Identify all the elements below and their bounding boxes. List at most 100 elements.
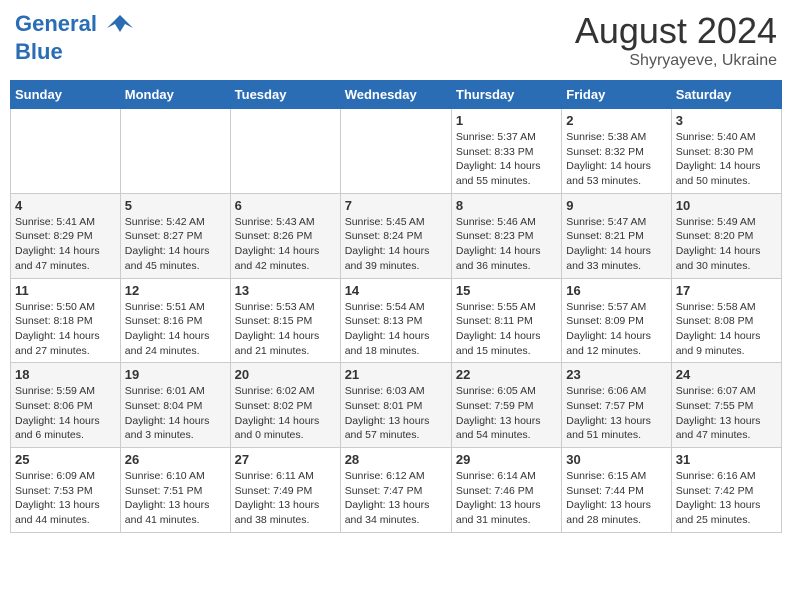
- day-number: 17: [676, 283, 777, 298]
- day-cell: [340, 109, 451, 194]
- page-header: General Blue August 2024 Shyryayeve, Ukr…: [10, 10, 782, 70]
- week-row-2: 4 Sunrise: 5:41 AM Sunset: 8:29 PM Daylig…: [11, 193, 782, 278]
- day-info: Sunrise: 5:45 AM Sunset: 8:24 PM Dayligh…: [345, 215, 447, 274]
- day-number: 26: [125, 452, 226, 467]
- day-number: 28: [345, 452, 447, 467]
- day-info: Sunrise: 5:37 AM Sunset: 8:33 PM Dayligh…: [456, 130, 557, 189]
- header-monday: Monday: [120, 81, 230, 109]
- day-number: 14: [345, 283, 447, 298]
- day-info: Sunrise: 6:14 AM Sunset: 7:46 PM Dayligh…: [456, 469, 557, 528]
- day-cell: 10Sunrise: 5:49 AM Sunset: 8:20 PM Dayli…: [671, 193, 781, 278]
- day-number: 5: [125, 198, 226, 213]
- day-number: 30: [566, 452, 666, 467]
- day-cell: 22Sunrise: 6:05 AM Sunset: 7:59 PM Dayli…: [451, 363, 561, 448]
- day-number: 25: [15, 452, 116, 467]
- header-tuesday: Tuesday: [230, 81, 340, 109]
- day-cell: 3 Sunrise: 5:40 AM Sunset: 8:30 PM Daylig…: [671, 109, 781, 194]
- day-cell: [230, 109, 340, 194]
- calendar-table: SundayMondayTuesdayWednesdayThursdayFrid…: [10, 80, 782, 533]
- header-saturday: Saturday: [671, 81, 781, 109]
- header-thursday: Thursday: [451, 81, 561, 109]
- day-cell: 5 Sunrise: 5:42 AM Sunset: 8:27 PM Daylig…: [120, 193, 230, 278]
- day-info: Sunrise: 5:38 AM Sunset: 8:32 PM Dayligh…: [566, 130, 666, 189]
- day-number: 1: [456, 113, 557, 128]
- day-number: 11: [15, 283, 116, 298]
- day-number: 4: [15, 198, 116, 213]
- day-number: 21: [345, 367, 447, 382]
- day-number: 9: [566, 198, 666, 213]
- day-number: 2: [566, 113, 666, 128]
- logo-text: General: [15, 10, 135, 40]
- day-number: 13: [235, 283, 336, 298]
- day-cell: 15Sunrise: 5:55 AM Sunset: 8:11 PM Dayli…: [451, 278, 561, 363]
- day-cell: 25Sunrise: 6:09 AM Sunset: 7:53 PM Dayli…: [11, 448, 121, 533]
- day-info: Sunrise: 6:05 AM Sunset: 7:59 PM Dayligh…: [456, 384, 557, 443]
- day-number: 18: [15, 367, 116, 382]
- logo-blue: Blue: [15, 40, 135, 64]
- day-cell: 28 Sunrise: 6:12 AM Sunset: 7:47 PM Dayli…: [340, 448, 451, 533]
- day-cell: 29 Sunrise: 6:14 AM Sunset: 7:46 PM Dayli…: [451, 448, 561, 533]
- day-number: 20: [235, 367, 336, 382]
- day-info: Sunrise: 5:59 AM Sunset: 8:06 PM Dayligh…: [15, 384, 116, 443]
- day-cell: 8 Sunrise: 5:46 AM Sunset: 8:23 PM Daylig…: [451, 193, 561, 278]
- day-cell: 26 Sunrise: 6:10 AM Sunset: 7:51 PM Dayli…: [120, 448, 230, 533]
- week-row-1: 1 Sunrise: 5:37 AM Sunset: 8:33 PM Daylig…: [11, 109, 782, 194]
- day-info: Sunrise: 5:40 AM Sunset: 8:30 PM Dayligh…: [676, 130, 777, 189]
- day-info: Sunrise: 5:47 AM Sunset: 8:21 PM Dayligh…: [566, 215, 666, 274]
- day-cell: 12 Sunrise: 5:51 AM Sunset: 8:16 PM Dayli…: [120, 278, 230, 363]
- day-cell: 21 Sunrise: 6:03 AM Sunset: 8:01 PM Dayli…: [340, 363, 451, 448]
- day-info: Sunrise: 5:55 AM Sunset: 8:11 PM Dayligh…: [456, 300, 557, 359]
- day-number: 8: [456, 198, 557, 213]
- day-info: Sunrise: 5:51 AM Sunset: 8:16 PM Dayligh…: [125, 300, 226, 359]
- day-info: Sunrise: 6:16 AM Sunset: 7:42 PM Dayligh…: [676, 469, 777, 528]
- header-friday: Friday: [562, 81, 671, 109]
- day-cell: 17 Sunrise: 5:58 AM Sunset: 8:08 PM Dayli…: [671, 278, 781, 363]
- day-number: 6: [235, 198, 336, 213]
- day-cell: 6Sunrise: 5:43 AM Sunset: 8:26 PM Daylig…: [230, 193, 340, 278]
- day-info: Sunrise: 5:58 AM Sunset: 8:08 PM Dayligh…: [676, 300, 777, 359]
- calendar-title: August 2024: [575, 10, 777, 52]
- week-row-5: 25Sunrise: 6:09 AM Sunset: 7:53 PM Dayli…: [11, 448, 782, 533]
- day-info: Sunrise: 6:07 AM Sunset: 7:55 PM Dayligh…: [676, 384, 777, 443]
- day-cell: 20 Sunrise: 6:02 AM Sunset: 8:02 PM Dayli…: [230, 363, 340, 448]
- day-cell: 7 Sunrise: 5:45 AM Sunset: 8:24 PM Daylig…: [340, 193, 451, 278]
- day-info: Sunrise: 6:10 AM Sunset: 7:51 PM Dayligh…: [125, 469, 226, 528]
- title-block: August 2024 Shyryayeve, Ukraine: [575, 10, 777, 70]
- day-info: Sunrise: 5:41 AM Sunset: 8:29 PM Dayligh…: [15, 215, 116, 274]
- day-info: Sunrise: 5:57 AM Sunset: 8:09 PM Dayligh…: [566, 300, 666, 359]
- day-number: 19: [125, 367, 226, 382]
- day-number: 31: [676, 452, 777, 467]
- day-info: Sunrise: 6:12 AM Sunset: 7:47 PM Dayligh…: [345, 469, 447, 528]
- day-number: 3: [676, 113, 777, 128]
- day-info: Sunrise: 5:46 AM Sunset: 8:23 PM Dayligh…: [456, 215, 557, 274]
- day-cell: 11 Sunrise: 5:50 AM Sunset: 8:18 PM Dayli…: [11, 278, 121, 363]
- day-info: Sunrise: 5:42 AM Sunset: 8:27 PM Dayligh…: [125, 215, 226, 274]
- day-cell: 1 Sunrise: 5:37 AM Sunset: 8:33 PM Daylig…: [451, 109, 561, 194]
- day-info: Sunrise: 6:03 AM Sunset: 8:01 PM Dayligh…: [345, 384, 447, 443]
- day-number: 29: [456, 452, 557, 467]
- day-cell: 4 Sunrise: 5:41 AM Sunset: 8:29 PM Daylig…: [11, 193, 121, 278]
- day-info: Sunrise: 5:54 AM Sunset: 8:13 PM Dayligh…: [345, 300, 447, 359]
- day-info: Sunrise: 6:02 AM Sunset: 8:02 PM Dayligh…: [235, 384, 336, 443]
- day-cell: 16 Sunrise: 5:57 AM Sunset: 8:09 PM Dayli…: [562, 278, 671, 363]
- calendar-location: Shyryayeve, Ukraine: [575, 52, 777, 70]
- day-cell: 31 Sunrise: 6:16 AM Sunset: 7:42 PM Dayli…: [671, 448, 781, 533]
- logo: General Blue: [15, 10, 135, 64]
- day-cell: 2 Sunrise: 5:38 AM Sunset: 8:32 PM Daylig…: [562, 109, 671, 194]
- day-number: 12: [125, 283, 226, 298]
- day-cell: 14 Sunrise: 5:54 AM Sunset: 8:13 PM Dayli…: [340, 278, 451, 363]
- day-number: 7: [345, 198, 447, 213]
- day-info: Sunrise: 6:01 AM Sunset: 8:04 PM Dayligh…: [125, 384, 226, 443]
- day-info: Sunrise: 5:50 AM Sunset: 8:18 PM Dayligh…: [15, 300, 116, 359]
- day-number: 16: [566, 283, 666, 298]
- day-info: Sunrise: 5:49 AM Sunset: 8:20 PM Dayligh…: [676, 215, 777, 274]
- calendar-header-row: SundayMondayTuesdayWednesdayThursdayFrid…: [11, 81, 782, 109]
- day-cell: 30 Sunrise: 6:15 AM Sunset: 7:44 PM Dayli…: [562, 448, 671, 533]
- day-info: Sunrise: 6:11 AM Sunset: 7:49 PM Dayligh…: [235, 469, 336, 528]
- day-cell: 19 Sunrise: 6:01 AM Sunset: 8:04 PM Dayli…: [120, 363, 230, 448]
- day-cell: 23Sunrise: 6:06 AM Sunset: 7:57 PM Dayli…: [562, 363, 671, 448]
- logo-bird-icon: [105, 10, 135, 40]
- day-cell: 27Sunrise: 6:11 AM Sunset: 7:49 PM Dayli…: [230, 448, 340, 533]
- day-info: Sunrise: 5:53 AM Sunset: 8:15 PM Dayligh…: [235, 300, 336, 359]
- day-info: Sunrise: 6:15 AM Sunset: 7:44 PM Dayligh…: [566, 469, 666, 528]
